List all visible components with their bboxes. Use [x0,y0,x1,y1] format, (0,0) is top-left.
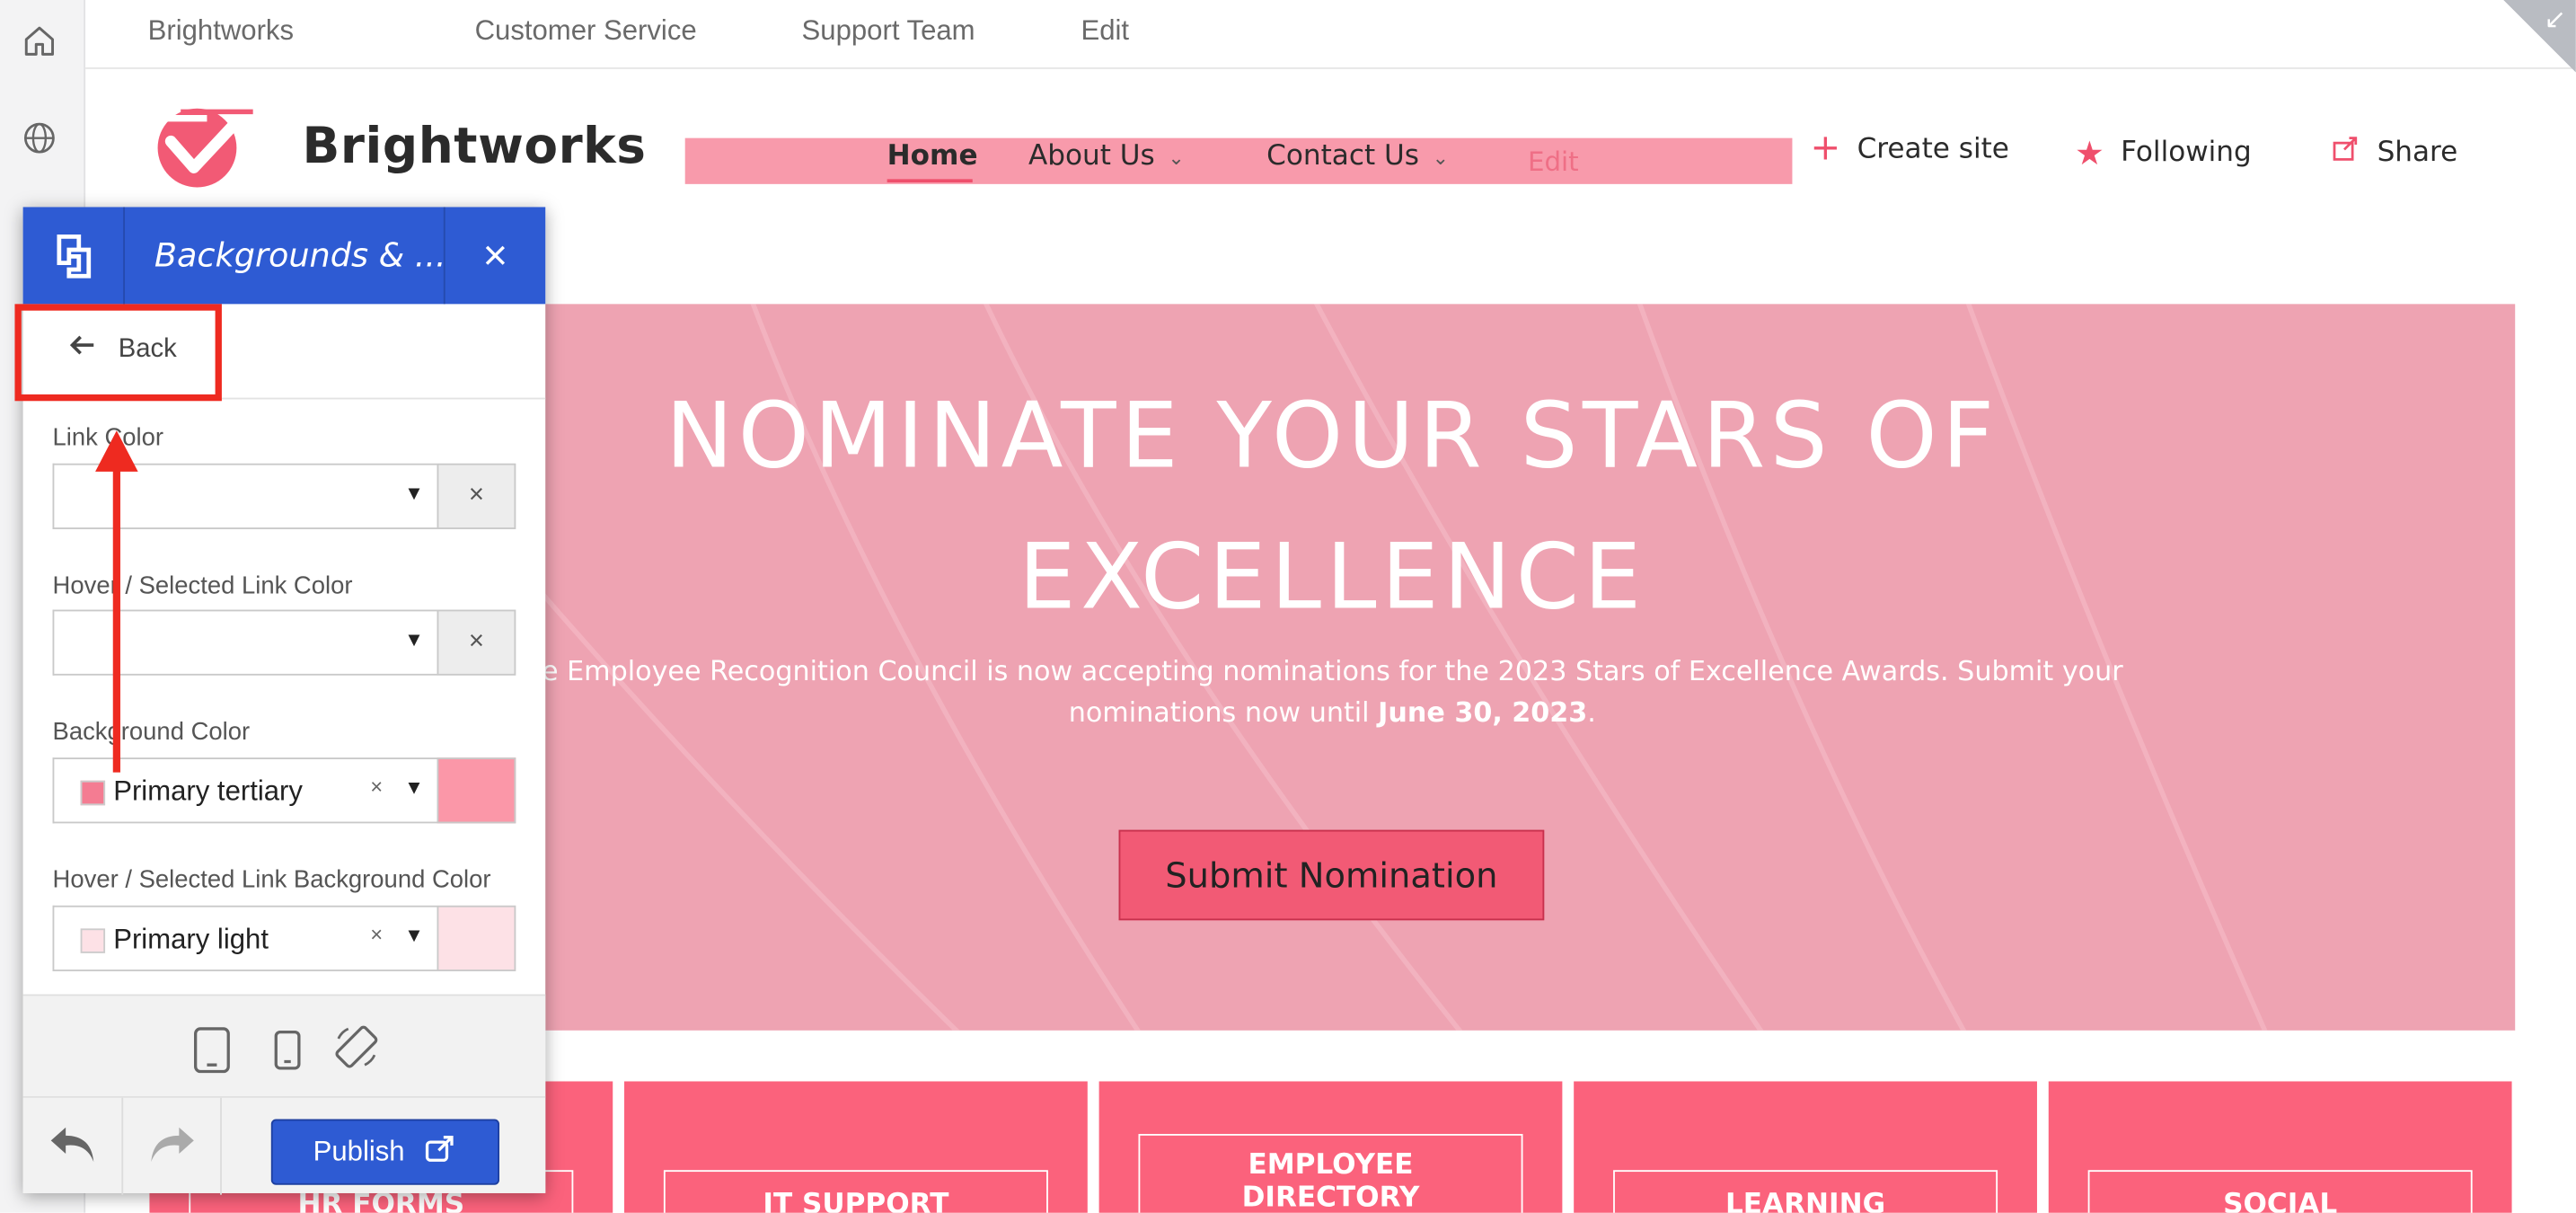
color-swatch [80,928,106,953]
site-logo[interactable] [147,102,257,190]
external-link-icon [425,1133,458,1171]
topnav-edit[interactable]: Edit [1081,14,1129,48]
create-site-label: Create site [1857,133,2009,166]
following-button[interactable]: ★ Following [2075,133,2252,173]
hover-bg-color-label: Hover / Selected Link Background Color [52,865,491,894]
clear-hover-link-color-button[interactable]: × [437,609,516,676]
undo-icon[interactable] [46,1120,99,1174]
panel-title: Backgrounds & ... [154,235,446,275]
tile-box: SOCIAL [2087,1170,2473,1213]
clear-link-color-button[interactable]: × [437,463,516,529]
panel-header: Backgrounds & ... × [22,207,546,305]
globe-icon[interactable] [20,119,59,158]
share-label: Share [2377,135,2458,169]
nav-edit[interactable]: Edit [1528,146,1579,178]
clear-x-icon[interactable]: × [370,774,383,798]
hero-text-part2: . [1587,696,1596,729]
home-icon[interactable] [20,22,59,61]
star-icon: ★ [2075,133,2104,173]
nav-contact-us[interactable]: Contact Us ⌄ [1266,139,1449,173]
tile-label: LEARNING [1725,1188,1886,1213]
tile-learning[interactable]: LEARNING [1574,1081,2037,1213]
top-navigation: Brightworks Customer Service Support Tea… [85,0,2576,73]
topnav-support-team[interactable]: Support Team [802,14,975,48]
site-nav-bar [684,137,1793,184]
caret-down-icon: ▼ [404,481,424,505]
hero-deadline: June 30, 2023 [1378,696,1588,729]
tablet-icon[interactable] [192,1025,232,1083]
topnav-customer-service[interactable]: Customer Service [475,14,697,48]
editor-logo-icon[interactable] [23,207,126,305]
chevron-down-icon: ⌄ [1168,146,1185,170]
mobile-icon[interactable] [273,1029,303,1080]
nav-active-underline [887,179,973,183]
hover-bg-color-select[interactable]: Primary light × ▼ [52,905,437,971]
nav-contact-label: Contact Us [1266,139,1419,173]
share-button[interactable]: Share [2331,133,2457,171]
hover-link-color-label: Hover / Selected Link Color [52,571,353,600]
tile-label-line2: DIRECTORY [1241,1182,1420,1213]
rotate-device-icon[interactable] [331,1023,381,1080]
topnav-brightworks[interactable]: Brightworks [148,14,294,48]
following-label: Following [2121,136,2252,170]
divider [220,1097,222,1195]
tile-box: EMPLOYEE DIRECTORY [1138,1134,1523,1213]
background-color-preview[interactable] [437,757,516,824]
color-swatch [80,780,106,806]
nav-about-us[interactable]: About Us ⌄ [1028,139,1185,173]
divider [121,1097,124,1195]
clear-x-icon[interactable]: × [370,922,383,946]
hero-text-part1: e Employee Recognition Council is now ac… [541,655,2123,729]
tile-label: SOCIAL [2223,1188,2338,1213]
hover-bg-color-preview[interactable] [437,905,516,971]
site-name[interactable]: Brightworks [303,119,647,176]
annotation-highlight-box [14,304,222,402]
device-preview-row [22,994,546,1096]
caret-down-icon: ▼ [404,923,424,947]
link-color-label: Link Color [52,423,164,452]
nav-home[interactable]: Home [887,139,978,173]
background-color-value: Primary tertiary [113,775,303,808]
background-color-select[interactable]: Primary tertiary × ▼ [52,757,437,824]
submit-nomination-button[interactable]: Submit Nomination [1118,829,1545,921]
collapse-corner-icon[interactable]: ↙ [2503,0,2576,73]
tile-label-line1: EMPLOYEE [1248,1148,1414,1182]
publish-button[interactable]: Publish [270,1119,500,1185]
link-color-select[interactable]: ▼ [52,463,437,529]
close-icon[interactable]: × [443,207,545,305]
tile-social[interactable]: SOCIAL [2048,1081,2512,1213]
hero-description: e Employee Recognition Council is now ac… [478,651,2186,732]
nav-about-label: About Us [1028,139,1155,173]
tile-it-support[interactable]: IT SUPPORT [624,1081,1088,1213]
caret-down-icon: ▼ [404,775,424,799]
tile-label: IT SUPPORT [763,1188,949,1213]
redo-icon[interactable] [146,1120,199,1174]
share-icon [2331,133,2360,171]
tile-box: LEARNING [1613,1170,1998,1213]
chevron-down-icon: ⌄ [1432,146,1450,170]
background-color-label: Background Color [52,718,251,747]
hover-link-color-select[interactable]: ▼ [52,609,437,676]
hover-bg-color-value: Primary light [113,923,269,955]
tile-box: IT SUPPORT [663,1170,1048,1213]
tile-employee-directory[interactable]: EMPLOYEE DIRECTORY [1098,1081,1563,1213]
publish-label: Publish [313,1135,405,1167]
create-site-button[interactable]: + Create site [1810,128,2009,170]
panel-footer: Publish [22,1095,546,1195]
caret-down-icon: ▼ [404,627,424,651]
plus-icon: + [1810,128,1841,170]
